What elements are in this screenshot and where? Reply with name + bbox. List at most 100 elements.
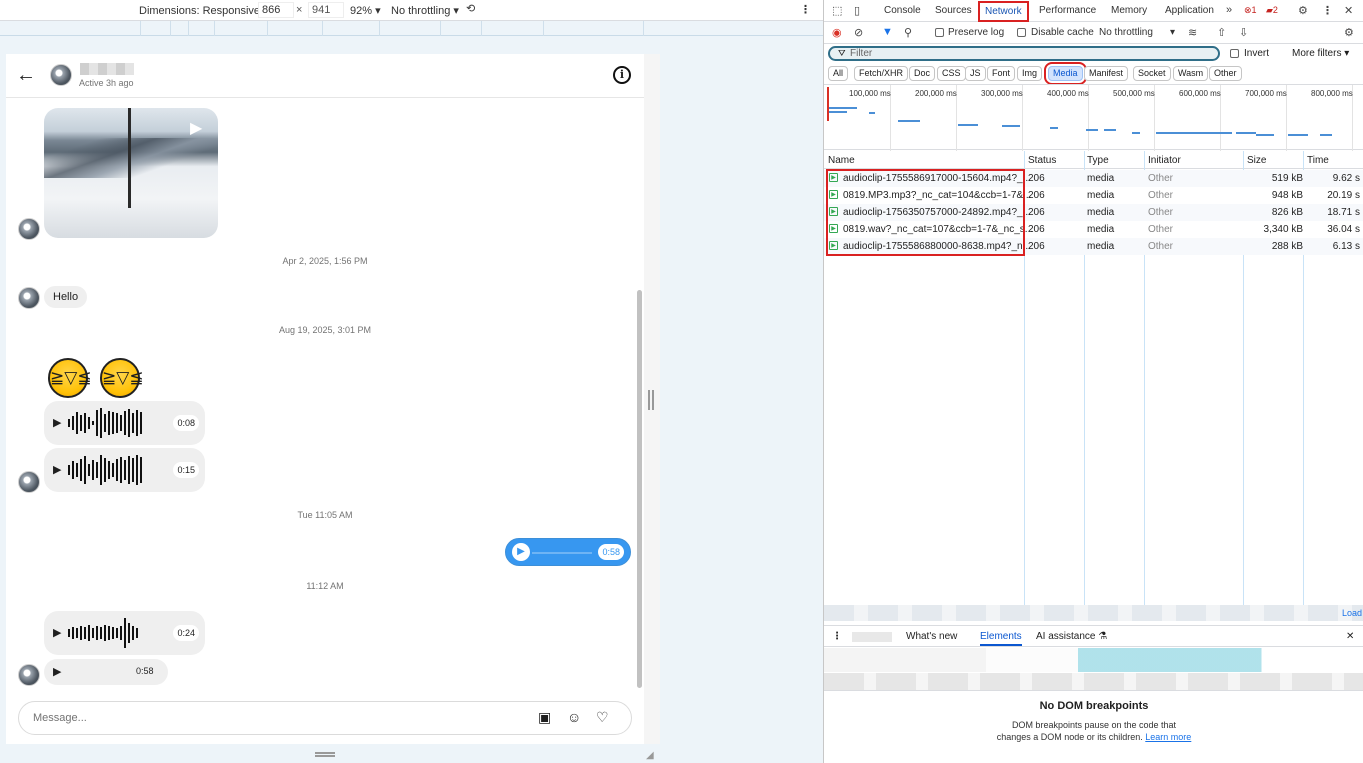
upload-icon[interactable]: ⇧ xyxy=(1217,26,1226,39)
chip-js[interactable]: JS xyxy=(965,66,986,81)
filter-icon[interactable]: ▼ xyxy=(882,26,893,38)
tab-whats-new[interactable]: What's new xyxy=(906,631,957,642)
play-icon[interactable]: ▶ xyxy=(53,416,61,429)
zoom-dropdown[interactable]: 92% ▾ xyxy=(350,4,381,17)
record-stop-icon[interactable]: ◉ xyxy=(832,26,842,39)
chip-font[interactable]: Font xyxy=(987,66,1016,81)
avatar[interactable] xyxy=(50,64,72,86)
drawer-tab-blurred[interactable] xyxy=(852,632,892,642)
tab-memory[interactable]: Memory xyxy=(1111,5,1147,16)
network-conditions-icon[interactable]: ≋ xyxy=(1188,26,1197,39)
info-icon[interactable]: i xyxy=(613,66,631,84)
disable-cache-label: Disable cache xyxy=(1031,27,1094,38)
video-message[interactable]: ▶ xyxy=(44,108,218,238)
clear-icon[interactable]: ⊘ xyxy=(854,26,863,39)
request-type: media xyxy=(1087,207,1115,218)
close-icon[interactable]: ✕ xyxy=(1344,4,1353,17)
chip-wasm[interactable]: Wasm xyxy=(1173,66,1209,81)
contact-name-blurred[interactable] xyxy=(80,63,134,75)
more-tabs-icon[interactable]: » xyxy=(1226,4,1232,16)
chip-socket[interactable]: Socket xyxy=(1133,66,1171,81)
errors-badge[interactable]: ⊗1 xyxy=(1244,4,1257,16)
tab-elements[interactable]: Elements xyxy=(980,631,1022,646)
requests-table-header: Name Status Type Initiator Size Time xyxy=(824,151,1363,169)
more-options-icon[interactable]: ⋮ xyxy=(800,3,811,16)
height-input[interactable]: 941 xyxy=(308,2,344,18)
tab-application[interactable]: Application xyxy=(1165,5,1214,16)
chat-header: ← Active 3h ago i xyxy=(6,54,644,98)
chip-doc[interactable]: Doc xyxy=(909,66,936,81)
chevron-down-icon[interactable]: ▾ xyxy=(1170,27,1175,38)
invert-checkbox[interactable] xyxy=(1230,49,1239,58)
avatar xyxy=(18,218,40,240)
column-status[interactable]: Status xyxy=(1028,155,1056,166)
more-filters-dropdown[interactable]: More filters ▾ xyxy=(1292,48,1349,59)
throttling-dropdown[interactable]: No throttling ▾ xyxy=(391,4,459,17)
message-composer[interactable]: Message... ▣ ☺ ♡ xyxy=(18,701,632,735)
chip-manifest[interactable]: Manifest xyxy=(1084,66,1129,81)
network-overview-timeline[interactable]: 100,000 ms 200,000 ms 300,000 ms 400,000… xyxy=(824,84,1363,151)
device-toggle-icon[interactable]: ▯ xyxy=(854,4,860,17)
column-size[interactable]: Size xyxy=(1247,155,1266,166)
tab-sources[interactable]: Sources xyxy=(935,5,972,16)
timestamp: Apr 2, 2025, 1:56 PM xyxy=(282,256,368,266)
own-voice-message[interactable]: ▶ 0:58 xyxy=(505,538,631,566)
width-input[interactable]: 866 xyxy=(258,2,294,18)
column-name[interactable]: Name xyxy=(828,155,855,166)
voice-message[interactable]: ▶ 0:08 xyxy=(44,401,205,445)
disable-cache-checkbox[interactable] xyxy=(1017,28,1026,37)
download-icon[interactable]: ⇩ xyxy=(1239,26,1248,39)
request-time: 18.71 s xyxy=(1327,207,1360,218)
play-icon[interactable]: ▶ xyxy=(53,665,61,678)
tab-console[interactable]: Console xyxy=(884,5,921,16)
corner-resize-icon[interactable]: ◢ xyxy=(646,750,654,761)
play-icon[interactable]: ▶ xyxy=(53,463,61,476)
voice-message[interactable]: ▶ 0:15 xyxy=(44,448,205,492)
play-icon[interactable]: ▶ xyxy=(53,626,61,639)
chip-other[interactable]: Other xyxy=(1209,66,1242,81)
back-arrow-icon[interactable]: ← xyxy=(16,64,36,87)
inspect-element-icon[interactable]: ⬚ xyxy=(832,4,842,17)
kebab-menu-icon[interactable]: ⋮ xyxy=(1322,4,1333,17)
rotate-icon[interactable]: ⟲ xyxy=(466,2,475,15)
request-status: 206 xyxy=(1028,173,1045,184)
tab-network[interactable]: Network xyxy=(978,1,1029,22)
chip-all[interactable]: All xyxy=(828,66,849,81)
chip-css[interactable]: CSS xyxy=(937,66,966,81)
settings-gear-icon[interactable]: ⚙ xyxy=(1298,4,1308,17)
tab-performance[interactable]: Performance xyxy=(1039,5,1096,16)
network-settings-gear-icon[interactable]: ⚙ xyxy=(1344,26,1354,39)
chip-fetch-xhr[interactable]: Fetch/XHR xyxy=(854,66,909,81)
play-icon[interactable]: ▶ xyxy=(512,543,530,561)
timeline-tick-label: 300,000 ms xyxy=(981,89,1023,98)
sticker-icon[interactable]: ☺ xyxy=(567,709,581,725)
dimensions-dropdown[interactable]: Dimensions: Responsive ▾ xyxy=(139,4,269,17)
timestamp: Tue 11:05 AM xyxy=(297,510,353,520)
column-initiator[interactable]: Initiator xyxy=(1148,155,1181,166)
filter-input[interactable]: ⛛ Filter xyxy=(828,46,1220,61)
column-type[interactable]: Type xyxy=(1087,155,1109,166)
heart-icon[interactable]: ♡ xyxy=(596,709,609,726)
chip-img[interactable]: Img xyxy=(1017,66,1043,81)
voice-message[interactable]: ▶ 0:58 xyxy=(44,659,168,685)
filter-placeholder: Filter xyxy=(850,48,873,59)
issues-badge[interactable]: ▰2 xyxy=(1266,4,1278,16)
resize-handle[interactable] xyxy=(648,390,654,410)
message-input[interactable]: Message... xyxy=(33,712,87,724)
voice-message[interactable]: ▶ 0:24 xyxy=(44,611,205,655)
tab-ai-assistance[interactable]: AI assistance ⚗ xyxy=(1036,631,1107,642)
scrollbar[interactable] xyxy=(637,290,642,688)
audio-duration: 0:15 xyxy=(173,462,199,478)
network-throttling-dropdown[interactable]: No throttling xyxy=(1099,27,1153,38)
chip-media[interactable]: Media xyxy=(1044,62,1087,85)
drawer-close-icon[interactable]: ✕ xyxy=(1346,631,1354,642)
bottom-resize-handle[interactable] xyxy=(315,752,335,757)
learn-more-link[interactable]: Learn more xyxy=(1145,732,1191,742)
column-time[interactable]: Time xyxy=(1307,155,1329,166)
image-icon[interactable]: ▣ xyxy=(538,709,551,726)
audio-duration: 0:58 xyxy=(598,544,624,560)
preserve-log-checkbox[interactable] xyxy=(935,28,944,37)
invert-label: Invert xyxy=(1244,48,1270,59)
drawer-menu-icon[interactable]: ⋮ xyxy=(832,631,842,642)
search-icon[interactable]: ⚲ xyxy=(904,26,912,39)
